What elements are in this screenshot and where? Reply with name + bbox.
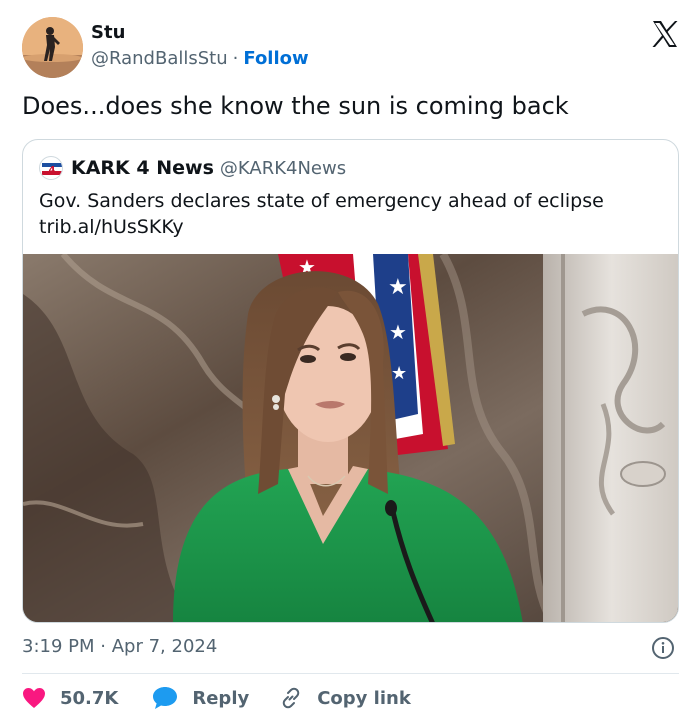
footer-divider — [22, 673, 679, 674]
quoted-media-image[interactable]: ★ ★ ★ ★ — [23, 254, 678, 622]
tweet-header: Stu @RandBallsStu · Follow — [22, 14, 680, 80]
heart-icon — [23, 688, 45, 708]
tweet-text: Does...does she know the sun is coming b… — [22, 92, 569, 120]
speech-bubble-icon — [153, 687, 178, 709]
handle-separator: · — [232, 48, 239, 69]
svg-text:★: ★ — [391, 363, 407, 384]
timestamp-separator: · — [100, 636, 106, 657]
kark-logo-text: 4 — [49, 165, 56, 176]
tweet-time: 3:19 PM — [22, 636, 95, 657]
like-button[interactable]: 50.7K — [22, 687, 118, 709]
author-name[interactable]: Stu — [91, 22, 125, 43]
tweet-timestamp[interactable]: 3:19 PM · Apr 7, 2024 — [22, 636, 217, 657]
info-icon[interactable] — [651, 636, 675, 660]
link-icon — [282, 687, 300, 709]
follow-button[interactable]: Follow — [243, 48, 308, 69]
quoted-author-name: KARK 4 News — [71, 157, 214, 179]
tweet-actions: 50.7K Reply Copy link — [22, 684, 411, 712]
tweet-embed-card: Stu @RandBallsStu · Follow Does...does she… — [0, 0, 700, 725]
copy-link-button[interactable]: Copy link — [279, 686, 411, 710]
tweet-date: Apr 7, 2024 — [111, 636, 218, 657]
author-avatar[interactable] — [22, 17, 83, 78]
x-logo-icon[interactable] — [650, 19, 680, 49]
copy-link-label: Copy link — [317, 687, 411, 709]
reply-button[interactable]: Reply — [152, 686, 249, 710]
reply-label: Reply — [192, 687, 250, 709]
quoted-tweet[interactable]: 4 KARK 4 News @KARK4News Gov. Sanders de… — [22, 139, 679, 623]
quoted-text-link[interactable]: trib.al/hUsSKKy — [39, 214, 604, 240]
svg-text:★: ★ — [388, 275, 408, 300]
kark-logo-icon: 4 — [39, 156, 63, 180]
like-count: 50.7K — [60, 687, 119, 709]
quoted-tweet-text: Gov. Sanders declares state of emergency… — [39, 188, 604, 240]
quoted-tweet-header: 4 KARK 4 News @KARK4News — [39, 156, 346, 180]
author-handle[interactable]: @RandBallsStu — [91, 48, 228, 69]
svg-text:★: ★ — [389, 320, 407, 344]
quoted-author-handle: @KARK4News — [219, 157, 347, 179]
author-handle-row: @RandBallsStu · Follow — [91, 48, 309, 69]
quoted-text-line-1: Gov. Sanders declares state of emergency… — [39, 190, 604, 212]
